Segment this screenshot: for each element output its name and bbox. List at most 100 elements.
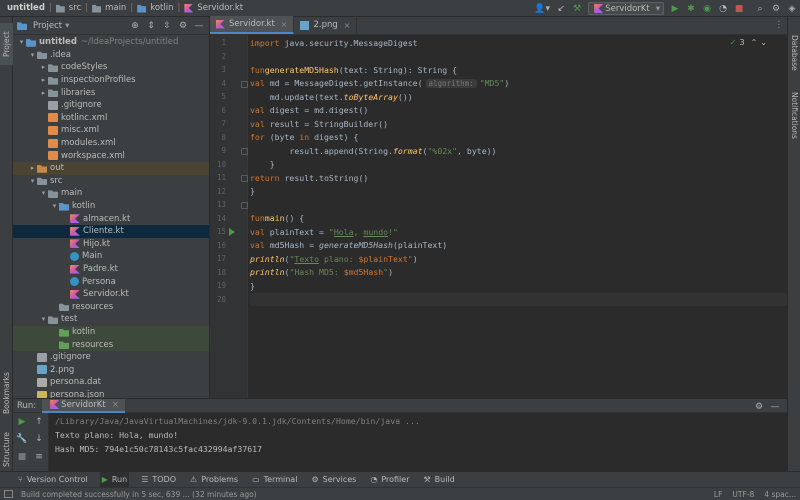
editor-gutter[interactable]: 1 2 3 4 5 6 7 8 9 10 11 12 13 14 15 16 17 18 19 20	[210, 35, 248, 398]
tree-item[interactable]: .gitignore	[13, 351, 209, 364]
rerun-icon[interactable]: ▶	[16, 416, 28, 428]
gear-icon[interactable]: ⚙	[176, 19, 190, 33]
tool-tab-structure[interactable]: Structure	[0, 429, 13, 471]
breadcrumb-file[interactable]: Servidor.kt	[195, 3, 245, 13]
tree-item[interactable]: ▾ untitled ~/IdeaProjects/untitled	[13, 36, 209, 49]
chevron-down-icon[interactable]: ▾	[50, 202, 59, 210]
chevron-down-icon[interactable]: ▾	[39, 189, 48, 197]
tree-item[interactable]: misc.xml	[13, 124, 209, 137]
breadcrumb-main[interactable]: main	[103, 3, 128, 13]
settings-icon[interactable]: ⚙	[769, 2, 783, 16]
collapse-all-icon[interactable]: ⇳	[160, 19, 174, 33]
fold-marker-icon[interactable]	[241, 175, 248, 182]
tool-window-profiler[interactable]: ◔ Profiler	[368, 472, 411, 488]
tree-item[interactable]: persona.dat	[13, 376, 209, 389]
tree-item[interactable]: ▾ kotlin	[13, 200, 209, 213]
file-encoding[interactable]: UTF-8	[732, 490, 754, 499]
debug-icon[interactable]: ✱	[684, 2, 698, 16]
tree-item[interactable]: ▾ src	[13, 175, 209, 188]
code-editor[interactable]: 1 2 3 4 5 6 7 8 9 10 11 12 13 14 15 16 17 18 19 20 ✓ 3 ⌃ ⌄ …	[210, 35, 787, 398]
close-icon[interactable]: ×	[344, 21, 351, 30]
tool-window-run[interactable]: ▶ Run	[99, 471, 130, 488]
locate-icon[interactable]: ⊕	[128, 19, 142, 33]
chevron-right-icon[interactable]: ▸	[39, 76, 48, 84]
tree-item[interactable]: Padre.kt	[13, 263, 209, 276]
breadcrumb-project[interactable]: untitled	[5, 3, 47, 13]
chevron-right-icon[interactable]: ▸	[28, 164, 37, 172]
tool-window-todo[interactable]: ☰ TODO	[139, 472, 178, 488]
wrench-icon[interactable]: 🔧	[16, 433, 28, 445]
scroll-down-icon[interactable]: ↓	[33, 433, 45, 445]
vcs-update-icon[interactable]: ↙	[554, 2, 568, 16]
tool-tab-notifications[interactable]: Notifications	[788, 87, 800, 143]
gear-icon[interactable]: ⚙	[752, 400, 766, 414]
fold-marker-icon[interactable]	[241, 202, 248, 209]
search-icon[interactable]: ⌕	[753, 2, 767, 16]
run-gutter-icon[interactable]	[229, 228, 235, 236]
tool-tab-project[interactable]: Project	[0, 23, 13, 65]
tree-item[interactable]: ▸ codeStyles	[13, 61, 209, 74]
tree-item[interactable]: kotlin	[13, 325, 209, 339]
tree-item[interactable]: ▸ inspectionProfiles	[13, 74, 209, 87]
expand-all-icon[interactable]: ⇕	[144, 19, 158, 33]
tool-tab-database[interactable]: Database	[788, 33, 800, 73]
hide-icon[interactable]: —	[768, 400, 782, 414]
chevron-up-icon[interactable]: ⌃	[751, 38, 758, 47]
tool-window-build[interactable]: ⚒ Build	[422, 472, 457, 488]
status-message[interactable]: Build completed successfully in 5 sec, 6…	[21, 490, 257, 499]
chevron-down-icon[interactable]: ⌄	[760, 38, 767, 47]
chevron-down-icon[interactable]: ▾	[17, 38, 26, 46]
run-tab-servidorkt[interactable]: ServidorKt ×	[42, 398, 125, 413]
scroll-up-icon[interactable]: ↑	[33, 416, 45, 428]
run-console[interactable]: /Library/Java/JavaVirtualMachines/jdk-9.…	[49, 413, 787, 471]
chevron-down-icon[interactable]: ▾	[28, 177, 37, 185]
tree-item[interactable]: workspace.xml	[13, 149, 209, 162]
close-icon[interactable]: ×	[281, 20, 288, 29]
tree-item[interactable]: ▾ .idea	[13, 49, 209, 62]
chevron-right-icon[interactable]: ▸	[39, 89, 48, 97]
tree-item[interactable]: Main	[13, 250, 209, 263]
profile-icon[interactable]: ◔	[716, 2, 730, 16]
coverage-icon[interactable]: ◉	[700, 2, 714, 16]
tool-window-terminal[interactable]: ▭ Terminal	[250, 472, 299, 488]
tool-window-problems[interactable]: ⚠ Problems	[188, 472, 240, 488]
stop-icon[interactable]: ■	[16, 451, 28, 463]
tab-2-png[interactable]: 2.png ×	[294, 16, 358, 34]
run-configuration-selector[interactable]: ServidorKt ▾	[588, 2, 664, 15]
breadcrumb-src[interactable]: src	[67, 3, 83, 13]
tree-item[interactable]: Persona	[13, 275, 209, 288]
hide-icon[interactable]: —	[192, 19, 206, 33]
fold-marker-icon[interactable]	[241, 148, 248, 155]
tree-item[interactable]: kotlinc.xml	[13, 112, 209, 125]
more-tabs-icon[interactable]: ⋮	[775, 20, 784, 30]
status-layout-icon[interactable]	[4, 490, 13, 498]
tree-item[interactable]: .gitignore	[13, 99, 209, 112]
fold-marker-icon[interactable]	[241, 80, 248, 88]
chevron-right-icon[interactable]: ▸	[39, 63, 48, 71]
plugins-icon[interactable]: ◈	[785, 2, 799, 16]
chevron-down-icon[interactable]: ▾	[28, 51, 37, 59]
inspection-widget[interactable]: ✓ 3 ⌃ ⌄	[730, 38, 767, 47]
tree-item[interactable]: Cliente.kt	[13, 225, 209, 238]
indent-setting[interactable]: 4 spac...	[764, 490, 796, 499]
tree-item[interactable]: Servidor.kt	[13, 288, 209, 301]
user-icon[interactable]: 👤▾	[532, 2, 552, 16]
tree-item[interactable]: Hijo.kt	[13, 238, 209, 251]
tree-item[interactable]: ▸ libraries	[13, 86, 209, 99]
stop-icon[interactable]: ■	[732, 2, 746, 16]
chevron-down-icon[interactable]: ▾	[39, 315, 48, 323]
build-hammer-icon[interactable]: ⚒	[570, 2, 584, 16]
run-icon[interactable]: ▶	[668, 2, 682, 16]
soft-wrap-icon[interactable]: ≡	[33, 451, 45, 463]
tab-servidor-kt[interactable]: Servidor.kt ×	[210, 16, 295, 34]
tree-item[interactable]: modules.xml	[13, 137, 209, 150]
breadcrumb-kotlin[interactable]: kotlin	[148, 3, 175, 13]
chevron-down-icon[interactable]: ▾	[65, 21, 69, 31]
tree-item[interactable]: ▸ out	[13, 162, 209, 175]
tool-window-services[interactable]: ⚙ Services	[309, 472, 358, 488]
close-icon[interactable]: ×	[112, 400, 119, 410]
tool-tab-bookmarks[interactable]: Bookmarks	[0, 369, 13, 417]
tree-item[interactable]: almacen.kt	[13, 212, 209, 225]
tree-item[interactable]: ▾ main	[13, 187, 209, 200]
tree-item[interactable]: resources	[13, 338, 209, 351]
